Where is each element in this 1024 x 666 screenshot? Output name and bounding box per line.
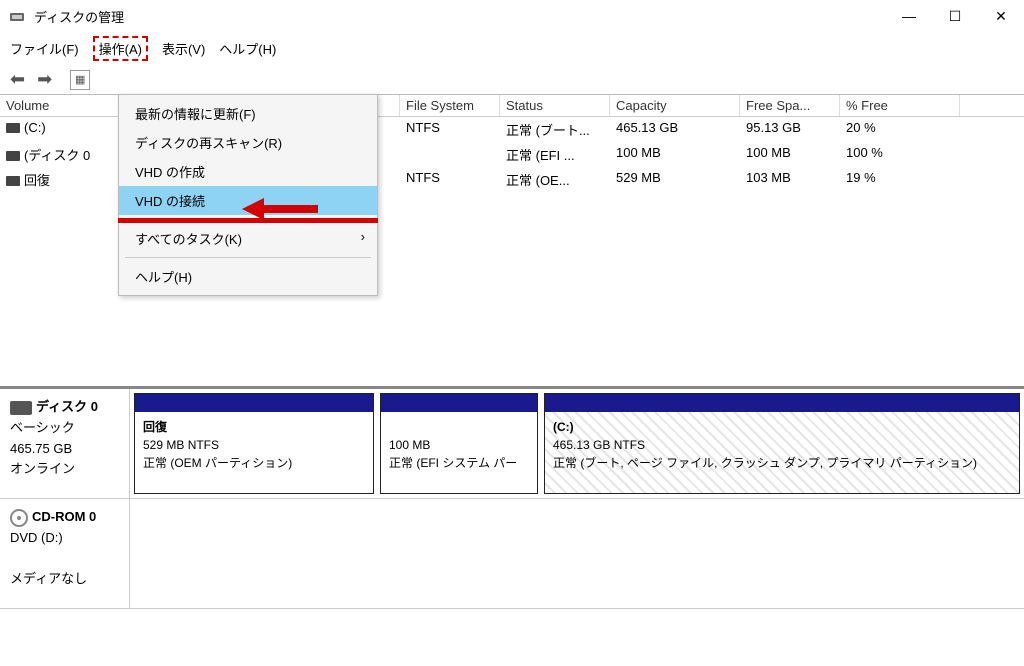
minimize-button[interactable]: — — [886, 0, 932, 32]
cell-free: 100 MB — [740, 144, 840, 165]
annotation-arrow-icon — [240, 194, 320, 224]
partition[interactable]: 回復 529 MB NTFS 正常 (OEM パーティション) — [134, 393, 374, 494]
drive-letter: DVD (D:) — [10, 528, 119, 549]
partition-container — [130, 499, 1024, 608]
menu-bar: ファイル(F) 操作(A) 表示(V) ヘルプ(H) — [0, 32, 1024, 65]
partition-status: 正常 (OEM パーティション) — [143, 456, 292, 470]
window-title: ディスクの管理 — [34, 7, 124, 26]
col-capacity[interactable]: Capacity — [610, 95, 740, 116]
disk-row[interactable]: CD-ROM 0 DVD (D:) メディアなし — [0, 499, 1024, 609]
partition[interactable]: 100 MB 正常 (EFI システム パー — [380, 393, 538, 494]
disk-name: CD-ROM 0 — [32, 509, 96, 524]
disk-size: 465.75 GB — [10, 439, 119, 460]
partition-status: 正常 (ブート, ページ ファイル, クラッシュ ダンプ, プライマリ パーティ… — [553, 456, 977, 470]
back-icon[interactable]: ⬅ — [6, 69, 29, 90]
cell-fs: NTFS — [400, 169, 500, 190]
col-filesystem[interactable]: File System — [400, 95, 500, 116]
cell-free: 95.13 GB — [740, 119, 840, 140]
menu-item-all-tasks[interactable]: すべてのタスク(K) › — [119, 224, 377, 253]
annotation-arrow-icon — [246, 254, 326, 284]
disk-name: ディスク 0 — [36, 399, 98, 414]
app-icon — [8, 7, 26, 25]
cdrom-icon — [10, 509, 28, 527]
volume-icon — [6, 151, 20, 161]
volume-icon — [6, 176, 20, 186]
partition-header — [381, 394, 537, 412]
volume-name: (ディスク 0 — [24, 148, 90, 163]
partition[interactable]: (C:) 465.13 GB NTFS 正常 (ブート, ページ ファイル, ク… — [544, 393, 1020, 494]
maximize-button[interactable]: ☐ — [932, 0, 978, 32]
menu-item-refresh[interactable]: 最新の情報に更新(F) — [119, 99, 377, 128]
cell-capacity: 465.13 GB — [610, 119, 740, 140]
media-state: メディアなし — [10, 569, 119, 590]
cell-status: 正常 (EFI ... — [500, 144, 610, 165]
toolbar-icon[interactable]: ▦ — [70, 70, 90, 90]
menu-action[interactable]: 操作(A) — [93, 36, 148, 61]
cell-pct: 20 % — [840, 119, 960, 140]
title-bar: ディスクの管理 — ☐ ✕ — [0, 0, 1024, 32]
disk-info: CD-ROM 0 DVD (D:) メディアなし — [0, 499, 130, 608]
window-controls: — ☐ ✕ — [886, 0, 1024, 32]
partition-header — [545, 394, 1019, 412]
partition-size: 465.13 GB NTFS — [553, 438, 645, 452]
disk-state: オンライン — [10, 459, 119, 480]
cell-status: 正常 (OE... — [500, 169, 610, 190]
partition-header — [135, 394, 373, 412]
partition-size: 529 MB NTFS — [143, 438, 219, 452]
volume-name: (C:) — [24, 120, 46, 135]
menu-item-create-vhd[interactable]: VHD の作成 — [119, 157, 377, 186]
disk-info: ディスク 0 ベーシック 465.75 GB オンライン — [0, 389, 130, 498]
disk-row[interactable]: ディスク 0 ベーシック 465.75 GB オンライン 回復 529 MB N… — [0, 389, 1024, 499]
chevron-right-icon: › — [361, 229, 365, 244]
forward-icon[interactable]: ➡ — [33, 69, 56, 90]
partition-title: 回復 — [143, 420, 167, 434]
disk-graphical-panel: ディスク 0 ベーシック 465.75 GB オンライン 回復 529 MB N… — [0, 386, 1024, 609]
menu-help[interactable]: ヘルプ(H) — [219, 39, 276, 58]
col-free-space[interactable]: Free Spa... — [740, 95, 840, 116]
cell-capacity: 529 MB — [610, 169, 740, 190]
menu-item-label: すべてのタスク(K) — [135, 232, 242, 247]
toolbar: ⬅ ➡ ▦ — [0, 65, 1024, 94]
col-volume[interactable]: Volume — [0, 95, 120, 116]
cell-status: 正常 (ブート... — [500, 119, 610, 140]
menu-file[interactable]: ファイル(F) — [10, 39, 79, 58]
cell-pct: 19 % — [840, 169, 960, 190]
partition-container: 回復 529 MB NTFS 正常 (OEM パーティション) 100 MB 正… — [130, 389, 1024, 498]
col-status[interactable]: Status — [500, 95, 610, 116]
disk-icon — [10, 401, 32, 415]
partition-title: (C:) — [553, 420, 574, 434]
volume-name: 回復 — [24, 173, 50, 188]
col-pct-free[interactable]: % Free — [840, 95, 960, 116]
partition-status: 正常 (EFI システム パー — [389, 456, 517, 470]
partition-size: 100 MB — [389, 438, 430, 452]
cell-pct: 100 % — [840, 144, 960, 165]
cell-capacity: 100 MB — [610, 144, 740, 165]
menu-item-rescan[interactable]: ディスクの再スキャン(R) — [119, 128, 377, 157]
volume-icon — [6, 123, 20, 133]
menu-view[interactable]: 表示(V) — [162, 39, 205, 58]
cell-free: 103 MB — [740, 169, 840, 190]
cell-fs — [400, 144, 500, 165]
disk-type: ベーシック — [10, 418, 119, 439]
cell-fs: NTFS — [400, 119, 500, 140]
close-button[interactable]: ✕ — [978, 0, 1024, 32]
